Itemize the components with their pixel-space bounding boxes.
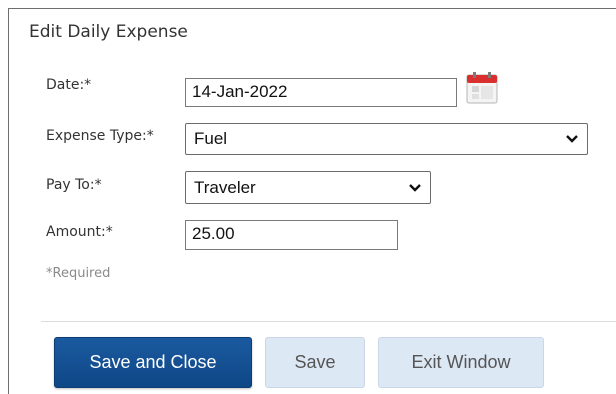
expense-type-select[interactable]: Fuel <box>185 123 588 155</box>
calendar-icon[interactable] <box>464 70 500 106</box>
date-label: Date:* <box>46 77 92 93</box>
save-button[interactable]: Save <box>265 337 365 388</box>
dialog-title: Edit Daily Expense <box>29 22 188 42</box>
date-input[interactable]: 14-Jan-2022 <box>185 78 457 107</box>
expense-type-value: Fuel <box>194 129 228 148</box>
amount-input[interactable]: 25.00 <box>185 220 398 250</box>
pay-to-value: Traveler <box>194 177 256 197</box>
pay-to-label: Pay To:* <box>46 177 102 193</box>
save-and-close-button[interactable]: Save and Close <box>54 337 252 388</box>
pay-to-select[interactable]: Traveler <box>185 171 431 204</box>
divider <box>41 321 616 322</box>
expense-type-label: Expense Type:* <box>46 128 154 144</box>
chevron-down-icon <box>408 178 422 198</box>
exit-window-button[interactable]: Exit Window <box>378 337 544 388</box>
chevron-down-icon <box>565 129 579 149</box>
required-note: *Required <box>46 266 111 281</box>
amount-label: Amount:* <box>46 224 113 240</box>
